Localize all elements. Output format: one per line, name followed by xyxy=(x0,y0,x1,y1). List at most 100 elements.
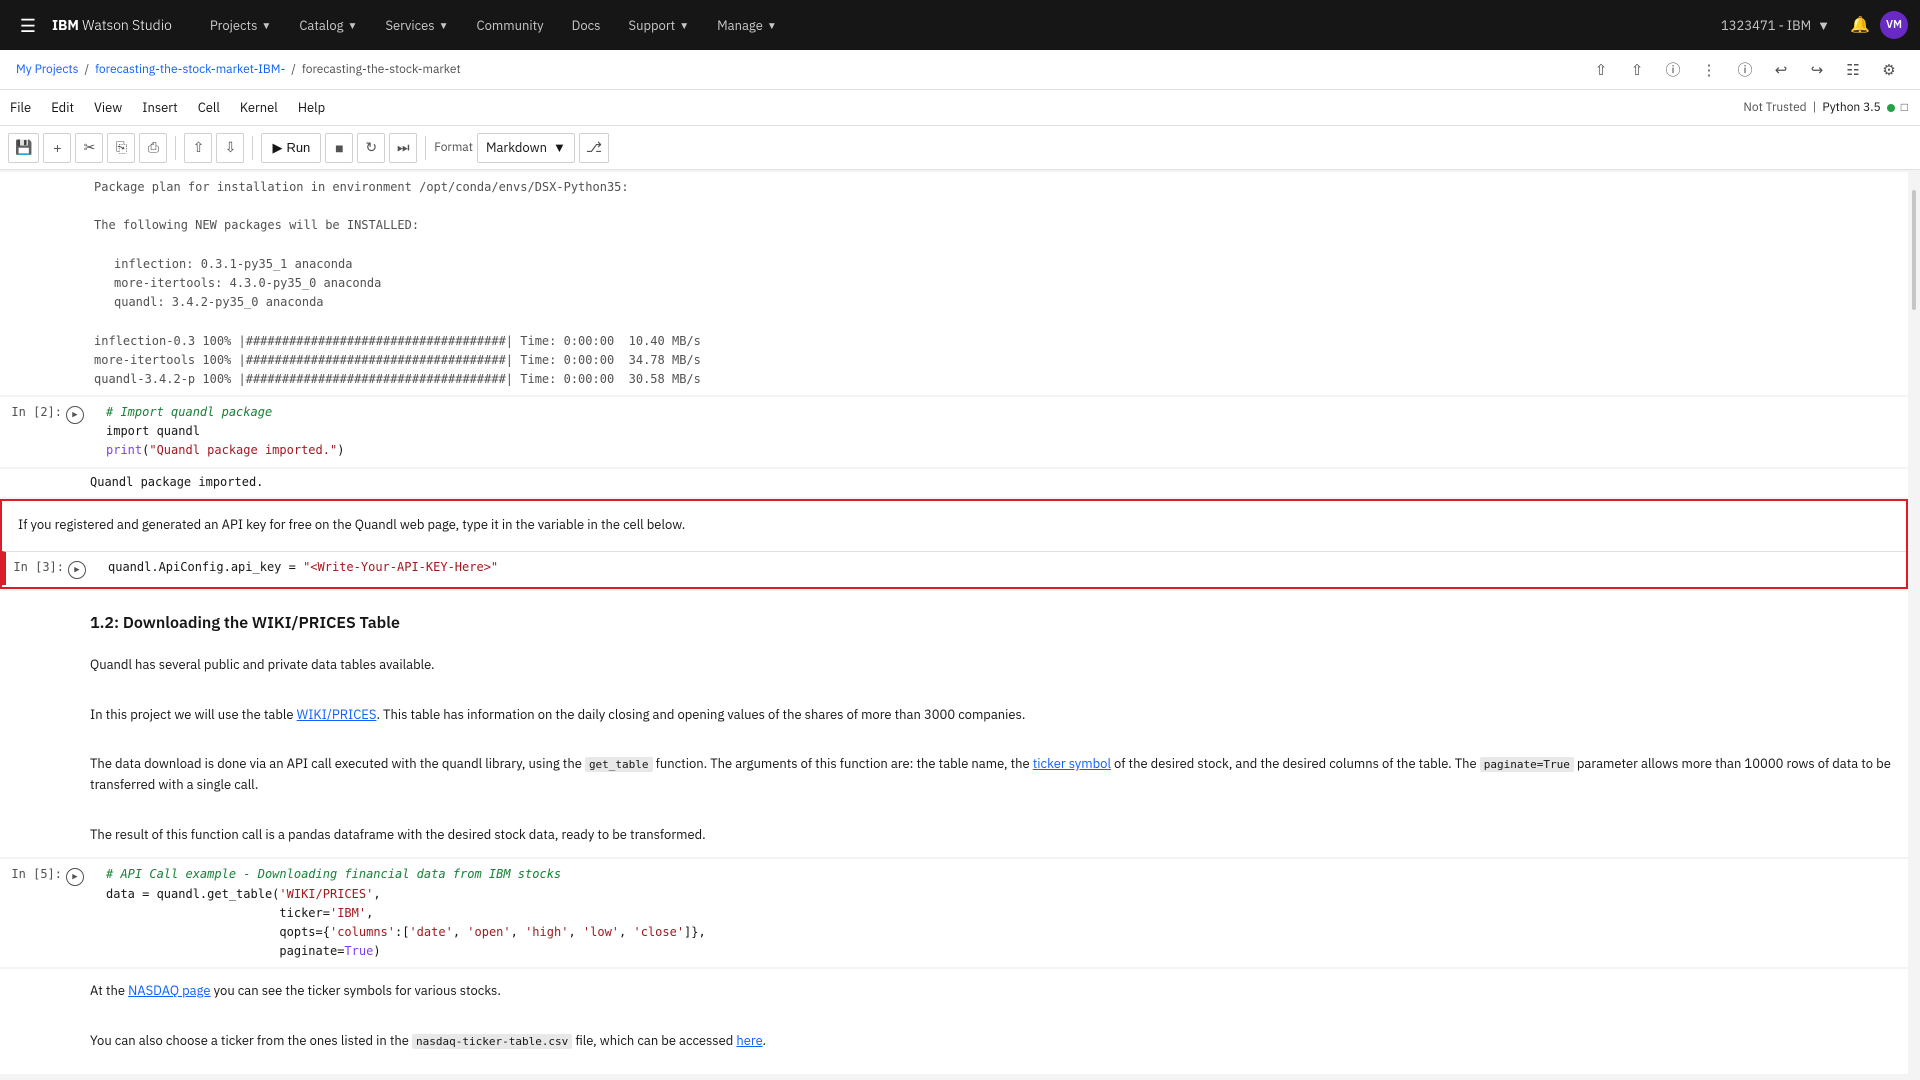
nasdaq-link[interactable]: NASDAQ page xyxy=(128,982,210,999)
cell-in3: In [3]: ▶ quandl.ApiConfig.api_key = "<W… xyxy=(2,551,1906,585)
run-button[interactable]: ▶ Run xyxy=(261,133,321,163)
cell-output-2: Quandl package imported. xyxy=(0,469,1908,497)
settings-button[interactable]: ⚙ xyxy=(1874,55,1904,85)
interrupt-button[interactable]: ■ xyxy=(325,133,353,163)
cell-info-highlighted: If you registered and generated an API k… xyxy=(0,499,1908,590)
add-cell-button[interactable]: + xyxy=(43,133,71,163)
save-button[interactable]: 💾 xyxy=(8,133,39,163)
scroll-thumb[interactable] xyxy=(1912,190,1916,310)
cell-section-heading: 1.2: Downloading the WIKI/PRICES Table xyxy=(0,591,1908,647)
notebook-toolbar: 💾 + ✂ ⎘ ⎙ ⇧ ⇩ ▶ Run ■ ↻ ⏭ Format Markdow… xyxy=(0,126,1920,170)
menu-insert[interactable]: Insert xyxy=(132,90,187,126)
copy-cell-button[interactable]: ⎘ xyxy=(107,133,135,163)
breadcrumb: My Projects / forecasting-the-stock-mark… xyxy=(0,50,1920,90)
forward-button[interactable]: ↪ xyxy=(1802,55,1832,85)
cell-markdown-desc: Quandl has several public and private da… xyxy=(0,647,1908,857)
top-navigation: ☰ IBM Watson Studio Projects ▼ Catalog ▼… xyxy=(0,0,1920,50)
cell-in2: In [2]: ▶ # Import quandl package import… xyxy=(0,397,1908,467)
cell-markdown-desc2: At the NASDAQ page you can see the ticke… xyxy=(0,969,1908,1074)
section-heading: 1.2: Downloading the WIKI/PRICES Table xyxy=(90,611,1892,637)
kernel-name: Python 3.5 xyxy=(1822,100,1880,115)
move-down-button[interactable]: ⇩ xyxy=(216,133,244,163)
breadcrumb-separator: / xyxy=(291,62,296,77)
info-button[interactable]: ⓘ xyxy=(1730,55,1760,85)
scrollbar[interactable] xyxy=(1908,170,1920,1074)
expand-icon[interactable]: □ xyxy=(1901,100,1908,115)
trusted-status: Not Trusted xyxy=(1743,100,1806,115)
kernel-status: Not Trusted | Python 3.5 □ xyxy=(1743,100,1920,115)
breadcrumb-actions: ⇧ ⇧ ⓘ ⋮ ⓘ ↩ ↪ ☷ ⚙ xyxy=(1586,55,1904,85)
menu-view[interactable]: View xyxy=(84,90,132,126)
chevron-down-icon: ▼ xyxy=(439,19,449,32)
run-label: Run xyxy=(286,140,310,155)
chevron-down-icon: ▼ xyxy=(767,19,777,32)
nav-menu: Projects ▼ Catalog ▼ Services ▼ Communit… xyxy=(196,0,1711,50)
help-button[interactable]: ⓘ xyxy=(1658,55,1688,85)
menu-cell[interactable]: Cell xyxy=(188,90,230,126)
toolbar-separator xyxy=(175,136,176,160)
user-account[interactable]: 1323471 - IBM ▼ xyxy=(1711,17,1840,34)
format-label: Format xyxy=(434,140,473,155)
nav-community[interactable]: Community xyxy=(463,0,558,50)
jupyter-menubar: File Edit View Insert Cell Kernel Help N… xyxy=(0,90,1920,126)
toolbar-separator xyxy=(252,136,253,160)
breadcrumb-separator: / xyxy=(84,62,89,77)
breadcrumb-project[interactable]: forecasting-the-stock-market-IBM- xyxy=(95,62,285,77)
cell-prompt-5: In [5]: ▶ xyxy=(4,859,94,967)
notebook-cells: Package plan for installation in environ… xyxy=(0,172,1908,1074)
paste-cell-button[interactable]: ⎙ xyxy=(139,133,167,163)
wiki-prices-link[interactable]: WIKI/PRICES xyxy=(297,706,377,723)
keyboard-shortcuts-button[interactable]: ⎇ xyxy=(579,133,609,163)
brand-logo: IBM Watson Studio xyxy=(52,16,172,34)
cell-prompt-3: In [3]: ▶ xyxy=(6,552,96,585)
nav-manage[interactable]: Manage ▼ xyxy=(703,0,791,50)
run-cell-5-button[interactable]: ▶ xyxy=(66,868,84,886)
kernel-indicator xyxy=(1887,104,1895,112)
back-button[interactable]: ↩ xyxy=(1766,55,1796,85)
nav-right-actions: 1323471 - IBM ▼ 🔔 VM xyxy=(1711,9,1908,41)
restart-run-button[interactable]: ⏭ xyxy=(389,133,417,163)
cell-prompt-2: In [2]: ▶ xyxy=(4,397,94,467)
run-icon: ▶ xyxy=(272,140,282,156)
more-options-button[interactable]: ⋮ xyxy=(1694,55,1724,85)
menu-kernel[interactable]: Kernel xyxy=(230,90,288,126)
chevron-down-icon: ▼ xyxy=(1817,17,1830,34)
toolbar-separator xyxy=(425,136,426,160)
cell-output-install: Package plan for installation in environ… xyxy=(0,172,1908,395)
cell-code-5[interactable]: # API Call example - Downloading financi… xyxy=(94,859,1908,967)
hamburger-menu[interactable]: ☰ xyxy=(12,9,44,41)
nav-catalog[interactable]: Catalog ▼ xyxy=(285,0,371,50)
menu-items: File Edit View Insert Cell Kernel Help xyxy=(0,90,335,126)
share-button[interactable]: ⇧ xyxy=(1622,55,1652,85)
chevron-down-icon: ▼ xyxy=(553,139,566,156)
cell-in5: In [5]: ▶ # API Call example - Downloadi… xyxy=(0,859,1908,967)
menu-edit[interactable]: Edit xyxy=(41,90,84,126)
notebook-wrapper: Package plan for installation in environ… xyxy=(0,170,1920,1074)
breadcrumb-my-projects[interactable]: My Projects xyxy=(16,62,78,77)
cell-markdown-info: If you registered and generated an API k… xyxy=(2,501,1906,550)
upload-button[interactable]: ⇧ xyxy=(1586,55,1616,85)
nav-docs[interactable]: Docs xyxy=(558,0,615,50)
chevron-down-icon: ▼ xyxy=(348,19,358,32)
run-cell-3-button[interactable]: ▶ xyxy=(68,561,86,579)
grid-button[interactable]: ☷ xyxy=(1838,55,1868,85)
chevron-down-icon: ▼ xyxy=(261,19,271,32)
menu-file[interactable]: File xyxy=(0,90,41,126)
cell-code-2[interactable]: # Import quandl package import quandl pr… xyxy=(94,397,1908,467)
restart-button[interactable]: ↻ xyxy=(357,133,385,163)
ticker-symbol-link[interactable]: ticker symbol xyxy=(1033,755,1111,772)
nav-services[interactable]: Services ▼ xyxy=(371,0,462,50)
nav-projects[interactable]: Projects ▼ xyxy=(196,0,285,50)
notebook-scroll-area[interactable]: Package plan for installation in environ… xyxy=(0,170,1908,1074)
move-up-button[interactable]: ⇧ xyxy=(184,133,212,163)
menu-help[interactable]: Help xyxy=(288,90,335,126)
avatar[interactable]: VM xyxy=(1880,11,1908,39)
csv-link[interactable]: here xyxy=(736,1032,762,1049)
breadcrumb-current: forecasting-the-stock-market xyxy=(302,62,461,77)
run-cell-2-button[interactable]: ▶ xyxy=(66,406,84,424)
notification-bell[interactable]: 🔔 xyxy=(1844,9,1876,41)
cut-cell-button[interactable]: ✂ xyxy=(75,133,103,163)
cell-code-3[interactable]: quandl.ApiConfig.api_key = "<Write-Your-… xyxy=(96,552,1906,585)
nav-support[interactable]: Support ▼ xyxy=(615,0,704,50)
cell-format-dropdown[interactable]: Markdown ▼ xyxy=(477,133,575,163)
